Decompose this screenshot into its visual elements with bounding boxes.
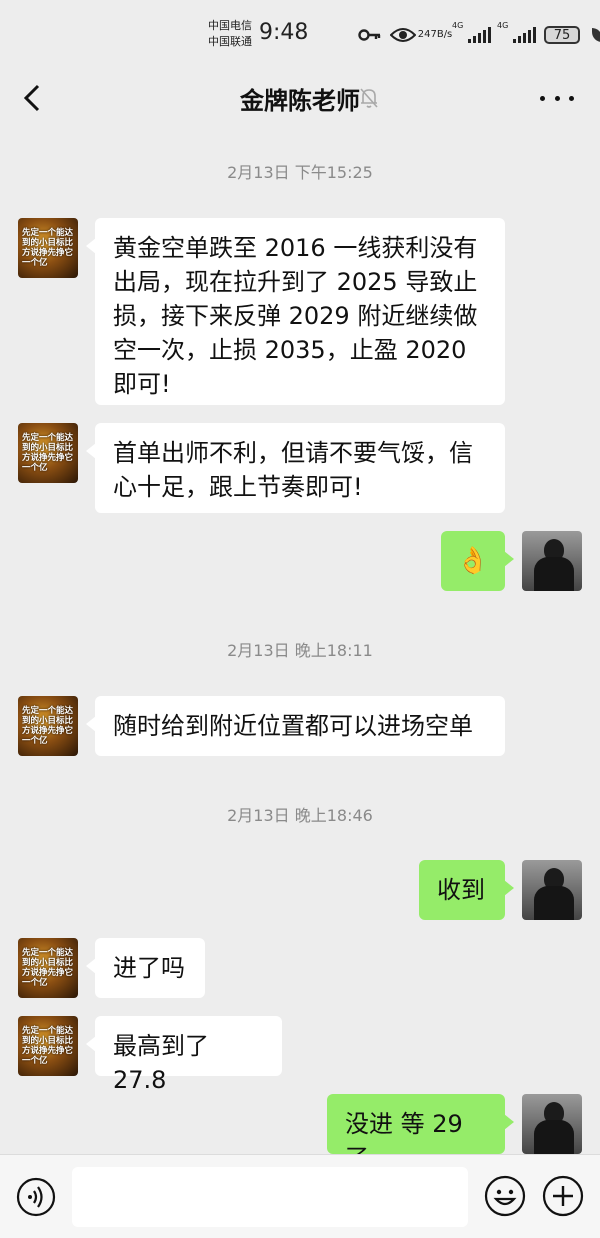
ok-hand-emoji: 👌: [456, 546, 490, 576]
carrier-2: 中国联通: [208, 35, 252, 48]
sim1-type: 4G: [452, 21, 464, 30]
avatar-text: 先定一个能达到的小目标比方说挣先挣它一个亿: [22, 228, 74, 268]
avatar-text: 先定一个能达到的小目标比方说挣先挣它一个亿: [22, 948, 74, 988]
message-bubble-incoming[interactable]: 首单出师不利，但请不要气馁，信心十足，跟上节奏即可!: [86, 423, 505, 513]
message-bubble-incoming[interactable]: 黄金空单跌至 2016 一线获利没有出局，现在拉升到了 2025 导致止损，接下…: [86, 218, 505, 405]
clock: 9:48: [259, 20, 309, 45]
message-bubble-outgoing[interactable]: 没进 等 29 了: [327, 1094, 514, 1172]
more-dots-icon: [540, 95, 545, 101]
sim2-type: 4G: [497, 21, 509, 30]
eye-icon: [390, 26, 416, 44]
message-text: 首单出师不利，但请不要气馁，信心十足，跟上节奏即可!: [113, 439, 473, 501]
net-speed-value: 247: [417, 29, 437, 40]
status-icons: 247 B/s 4G 4G 75: [358, 20, 600, 50]
avatar-text: 先定一个能达到的小目标比方说挣先挣它一个亿: [22, 433, 74, 473]
message-text: 随时给到附近位置都可以进场空单: [113, 712, 473, 740]
contact-avatar[interactable]: 先定一个能达到的小目标比方说挣先挣它一个亿: [18, 938, 78, 998]
message-bubble-outgoing[interactable]: 👌: [441, 531, 514, 591]
carrier-1: 中国电信: [208, 19, 252, 32]
bell-off-icon: [358, 86, 380, 110]
timestamp: 2月13日 晚上18:11: [227, 641, 373, 660]
more-button[interactable]: [540, 86, 574, 110]
input-bar: [0, 1154, 600, 1238]
message-text: 收到: [437, 876, 485, 904]
leaf-icon: [592, 28, 600, 42]
my-avatar[interactable]: [522, 531, 582, 591]
contact-avatar[interactable]: 先定一个能达到的小目标比方说挣先挣它一个亿: [18, 423, 78, 483]
signal-icon-1: 4G: [452, 21, 491, 43]
plus-icon: [542, 1175, 584, 1217]
contact-avatar[interactable]: 先定一个能达到的小目标比方说挣先挣它一个亿: [18, 1016, 78, 1076]
key-icon: [358, 28, 382, 42]
status-bar: 中国电信 中国联通 9:48 247 B/s 4G 4G 75: [0, 0, 600, 68]
carrier-names: 中国电信 中国联通: [208, 18, 252, 50]
message-bubble-incoming[interactable]: 最高到了 27.8: [86, 1016, 282, 1094]
message-input[interactable]: [72, 1167, 468, 1227]
chat-header: 金牌陈老师: [0, 68, 600, 130]
battery-icon: 75: [544, 26, 580, 44]
emoji-button[interactable]: [484, 1175, 526, 1217]
avatar-text: 先定一个能达到的小目标比方说挣先挣它一个亿: [22, 1026, 74, 1066]
timestamp: 2月13日 晚上18:46: [227, 806, 373, 825]
signal-icon-2: 4G: [497, 21, 536, 43]
timestamp: 2月13日 下午15:25: [227, 163, 373, 182]
battery-level: 75: [553, 27, 571, 43]
voice-button[interactable]: [16, 1177, 56, 1217]
contact-avatar[interactable]: 先定一个能达到的小目标比方说挣先挣它一个亿: [18, 696, 78, 756]
net-speed-unit: B/s: [436, 29, 453, 40]
message-text: 黄金空单跌至 2016 一线获利没有出局，现在拉升到了 2025 导致止损，接下…: [113, 234, 478, 398]
chat-title: 金牌陈老师: [240, 87, 360, 115]
message-bubble-incoming[interactable]: 进了吗: [86, 938, 205, 998]
message-text: 进了吗: [113, 954, 185, 982]
contact-avatar[interactable]: 先定一个能达到的小目标比方说挣先挣它一个亿: [18, 218, 78, 278]
voice-icon: [16, 1177, 56, 1217]
message-bubble-outgoing[interactable]: 收到: [419, 860, 514, 920]
avatar-text: 先定一个能达到的小目标比方说挣先挣它一个亿: [22, 706, 74, 746]
my-avatar[interactable]: [522, 1094, 582, 1154]
emoji-icon: [484, 1175, 526, 1217]
plus-button[interactable]: [542, 1175, 584, 1217]
network-speed: 247 B/s: [418, 30, 453, 40]
my-avatar[interactable]: [522, 860, 582, 920]
message-text: 最高到了 27.8: [113, 1032, 209, 1094]
message-bubble-incoming[interactable]: 随时给到附近位置都可以进场空单: [86, 696, 505, 756]
